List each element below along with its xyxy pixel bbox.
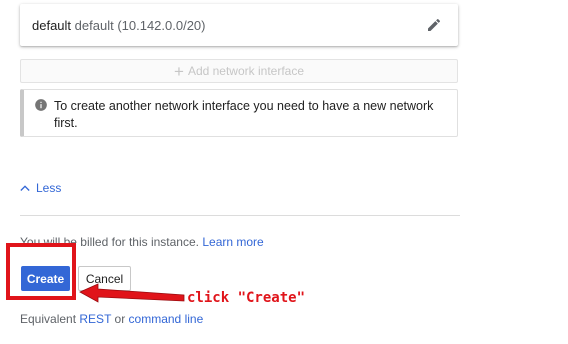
section-divider	[20, 215, 460, 216]
info-message: To create another network interface you …	[20, 89, 458, 137]
pencil-icon[interactable]	[426, 17, 442, 33]
less-link-label: Less	[36, 181, 62, 195]
annotation-arrow	[79, 283, 185, 303]
annotation-highlight-box	[6, 243, 76, 300]
plus-icon: +	[174, 61, 184, 81]
network-interface-card[interactable]: default default (10.142.0.0/20)	[20, 4, 458, 46]
network-interface-detail: default (10.142.0.0/20)	[74, 18, 206, 33]
info-icon	[34, 98, 48, 112]
network-interface-name: default	[32, 18, 72, 33]
equivalent-prefix: Equivalent	[20, 312, 77, 326]
vm-create-form: default default (10.142.0.0/20) + Add ne…	[0, 0, 568, 344]
add-network-interface-label: Add network interface	[187, 64, 304, 78]
annotation-label: click "Create"	[187, 290, 306, 306]
less-link[interactable]: Less	[20, 181, 61, 195]
chevron-up-icon	[20, 185, 30, 191]
equivalent-links: Equivalent REST or command line	[20, 312, 203, 326]
rest-link[interactable]: REST	[79, 312, 111, 326]
network-interface-summary: default default (10.142.0.0/20)	[32, 18, 206, 33]
command-line-link[interactable]: command line	[129, 312, 204, 326]
add-network-interface-button[interactable]: + Add network interface	[20, 59, 458, 83]
learn-more-link[interactable]: Learn more	[202, 235, 263, 249]
equivalent-or: or	[114, 312, 126, 326]
info-message-text: To create another network interface you …	[54, 99, 434, 130]
